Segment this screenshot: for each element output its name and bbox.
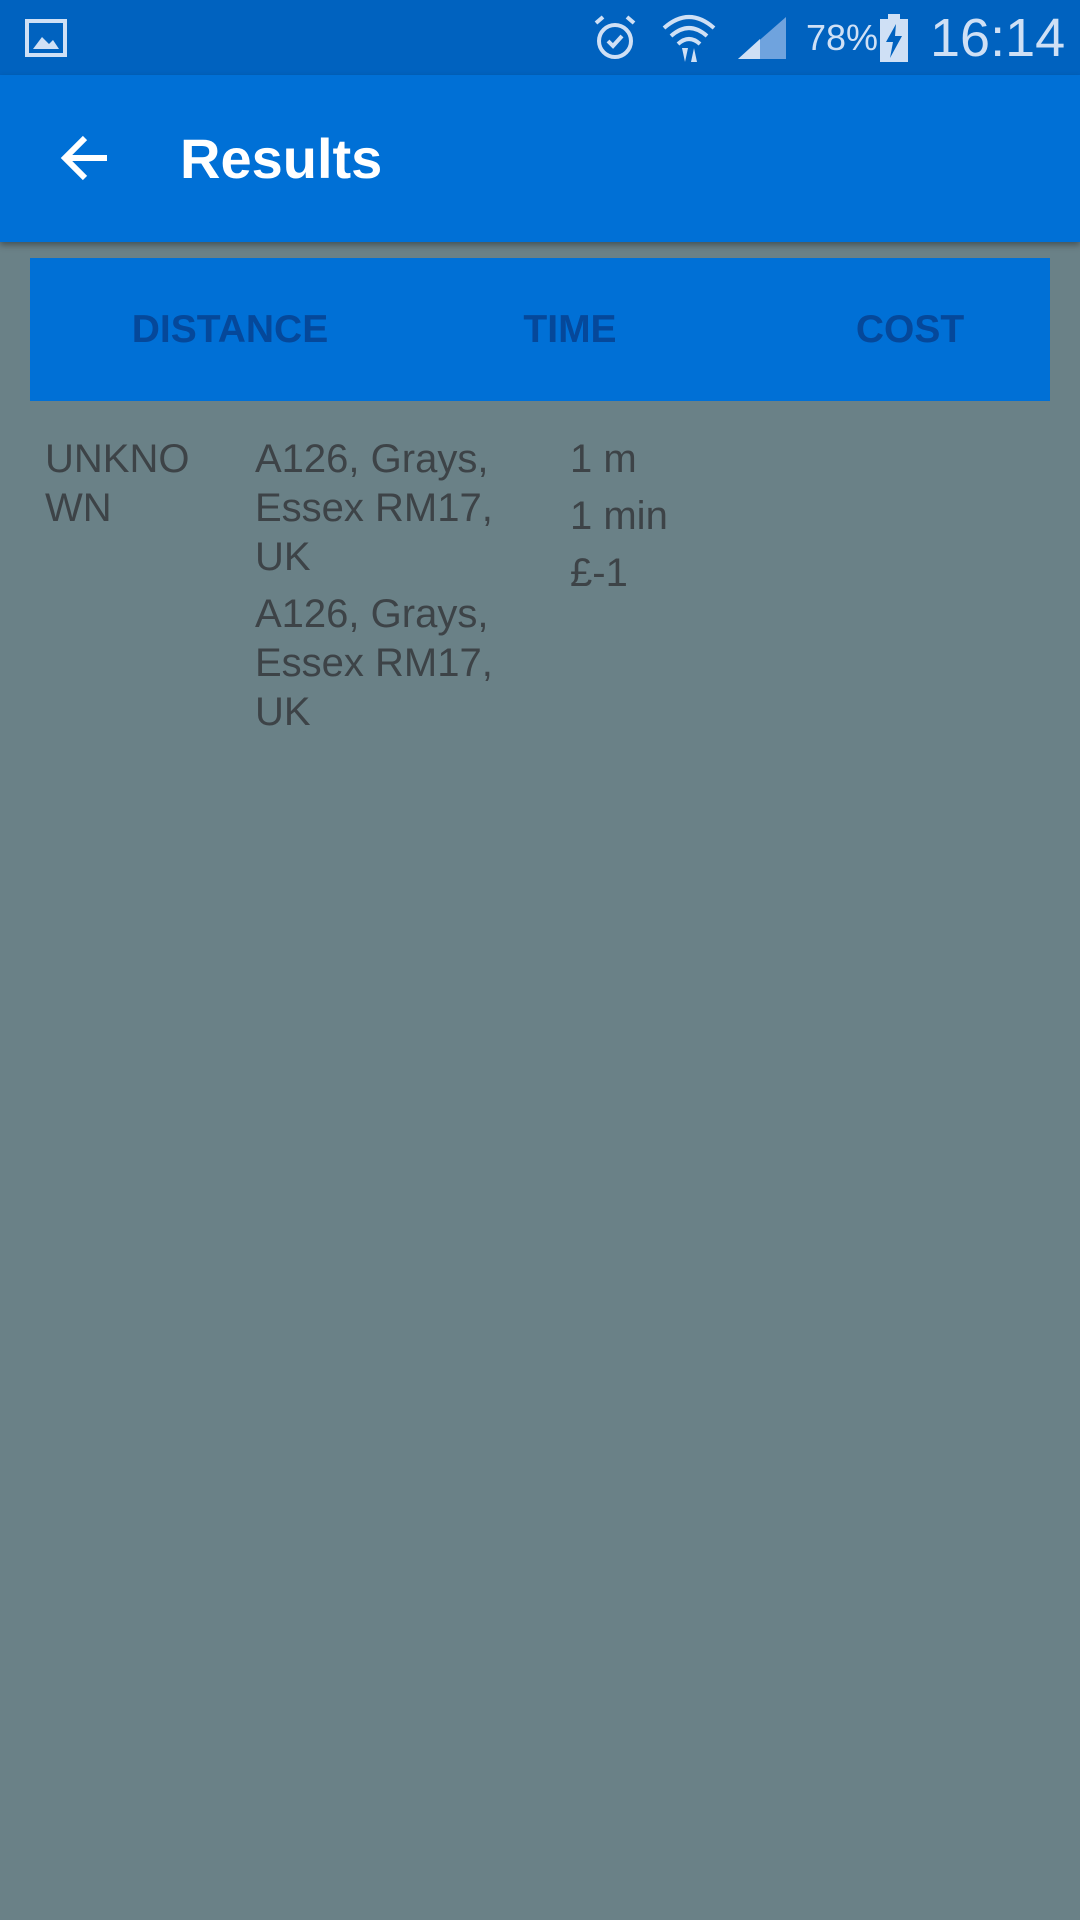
tab-distance[interactable]: DISTANCE: [70, 258, 390, 401]
status-bar: 78% 16:14: [0, 0, 1080, 75]
battery-charging-icon: [878, 0, 910, 75]
result-values: 1 m 1 min £-1: [570, 435, 870, 606]
clock: 16:14: [930, 7, 1066, 68]
tab-bar: DISTANCE TIME COST: [30, 258, 1050, 401]
gallery-icon: [24, 0, 68, 75]
to-address: A126, Grays, Essex RM17, UK: [255, 592, 493, 734]
alarm-icon: [590, 0, 640, 75]
result-name-line1: UNKNO: [45, 437, 190, 481]
tab-cost[interactable]: COST: [750, 258, 1070, 401]
cost-value: £-1: [570, 551, 628, 595]
result-name-line2: WN: [45, 486, 112, 530]
from-address: A126, Grays, Essex RM17, UK: [255, 437, 493, 579]
app-bar: Results: [0, 75, 1080, 242]
signal-icon: [736, 0, 788, 75]
time-value: 1 min: [570, 494, 668, 538]
result-name: UNKNO WN: [45, 435, 215, 533]
page-title: Results: [180, 127, 383, 190]
back-button[interactable]: [46, 119, 124, 197]
wifi-icon: [660, 0, 718, 75]
distance-value: 1 m: [570, 437, 637, 481]
arrow-back-icon: [60, 135, 107, 181]
result-addresses: A126, Grays, Essex RM17, UK A126, Grays,…: [255, 435, 555, 737]
tab-time[interactable]: TIME: [410, 258, 730, 401]
battery-percentage: 78%: [806, 16, 879, 58]
